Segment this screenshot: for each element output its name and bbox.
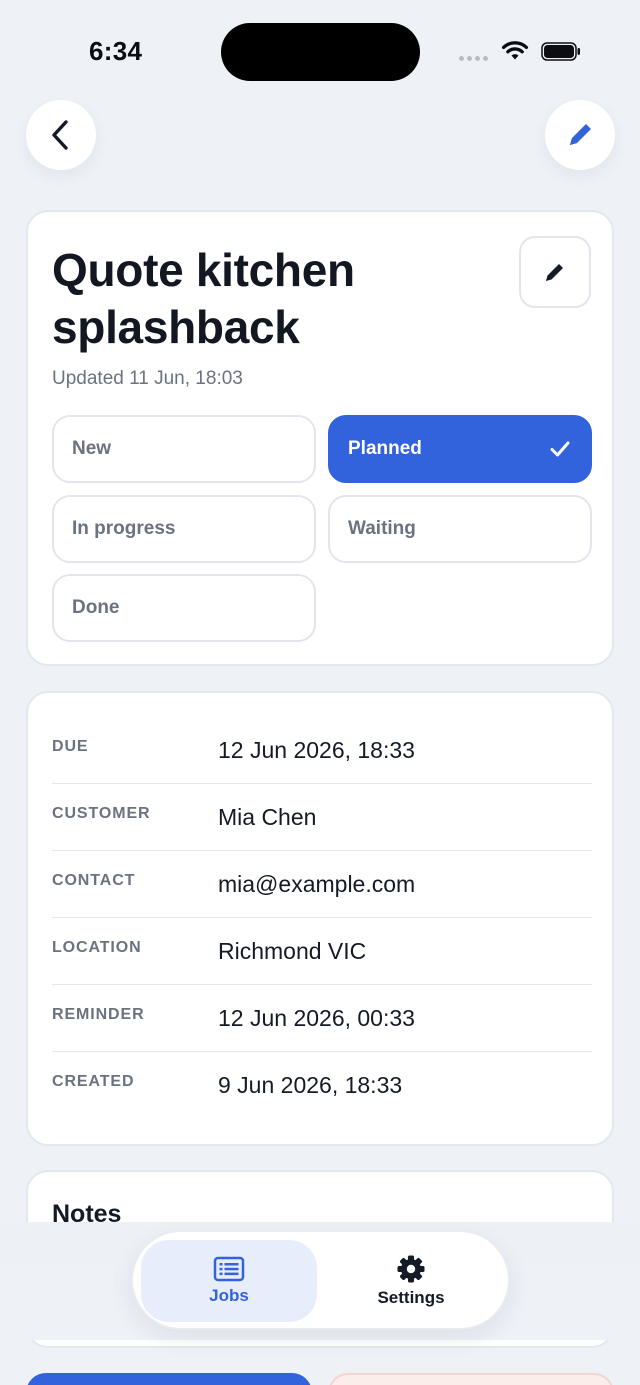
detail-row-reminder: REMINDER 12 Jun 2026, 00:33: [52, 985, 592, 1052]
checkmark-icon: [550, 441, 570, 457]
job-title: Quote kitchen splashback: [52, 244, 355, 353]
detail-row-location: LOCATION Richmond VIC: [52, 918, 592, 985]
dynamic-island: [221, 23, 420, 81]
tab-settings-label: Settings: [377, 1288, 445, 1307]
status-option-in-progress[interactable]: In progress: [52, 495, 316, 563]
status-option-waiting[interactable]: Waiting: [328, 495, 592, 563]
detail-value: 12 Jun 2026, 18:33: [218, 737, 415, 763]
detail-row-created: CREATED 9 Jun 2026, 18:33: [52, 1052, 592, 1119]
battery-icon: [541, 42, 580, 61]
tab-bar: Jobs Settings: [131, 1230, 510, 1330]
primary-action-button[interactable]: [26, 1373, 312, 1385]
status-option-new[interactable]: New: [52, 415, 316, 483]
status-option-label: In progress: [72, 518, 176, 539]
list-icon: [213, 1256, 245, 1282]
detail-value: Richmond VIC: [218, 938, 367, 964]
pencil-icon: [570, 124, 591, 145]
tab-settings[interactable]: Settings: [323, 1240, 499, 1322]
status-option-label: Done: [72, 597, 120, 618]
detail-value: 12 Jun 2026, 00:33: [218, 1005, 415, 1031]
tab-jobs-label: Jobs: [209, 1286, 249, 1305]
delete-action-button[interactable]: [328, 1373, 614, 1385]
wifi-icon: [501, 41, 529, 60]
detail-label: CONTACT: [52, 872, 136, 889]
detail-row-due: DUE 12 Jun 2026, 18:33: [52, 717, 592, 784]
job-details-card: DUE 12 Jun 2026, 18:33 CUSTOMER Mia Chen…: [26, 691, 614, 1146]
edit-title-button[interactable]: [519, 236, 591, 308]
status-time: 6:34: [89, 36, 143, 66]
job-summary-card: Quote kitchen splashback Updated 11 Jun,…: [26, 210, 614, 666]
job-detail-screen: 6:34 Quote kitchen splashback Updated 11…: [0, 0, 640, 1385]
detail-label: DUE: [52, 738, 89, 755]
detail-label: LOCATION: [52, 939, 142, 956]
chevron-left-icon: [52, 120, 68, 150]
detail-value: Mia Chen: [218, 804, 317, 830]
gear-icon: [397, 1255, 425, 1283]
cellular-signal-icon: [459, 56, 488, 61]
detail-label: CUSTOMER: [52, 805, 151, 822]
status-option-label: Waiting: [348, 518, 416, 539]
status-option-planned[interactable]: Planned: [328, 415, 592, 483]
edit-job-button[interactable]: [545, 100, 615, 170]
detail-row-customer: CUSTOMER Mia Chen: [52, 784, 592, 851]
status-option-label: New: [72, 438, 112, 459]
detail-row-contact: CONTACT mia@example.com: [52, 851, 592, 918]
detail-label: CREATED: [52, 1073, 135, 1090]
status-option-label: Planned: [348, 438, 422, 459]
detail-value[interactable]: mia@example.com: [218, 871, 415, 898]
detail-value: 9 Jun 2026, 18:33: [218, 1072, 403, 1098]
back-button[interactable]: [26, 100, 96, 170]
pencil-icon: [546, 264, 563, 281]
tab-jobs[interactable]: Jobs: [141, 1240, 317, 1322]
detail-label: REMINDER: [52, 1006, 145, 1023]
status-option-done[interactable]: Done: [52, 574, 316, 642]
updated-timestamp: Updated 11 Jun, 18:03: [52, 368, 243, 389]
